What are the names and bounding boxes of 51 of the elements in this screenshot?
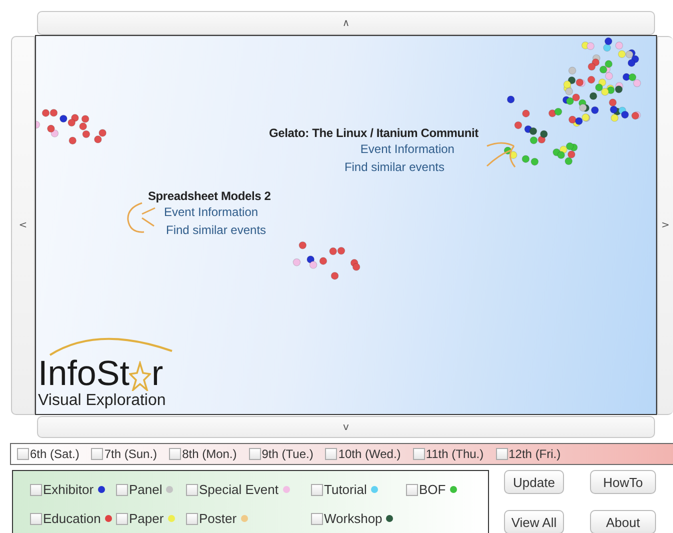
day-label: 7th (Sun.) bbox=[104, 447, 158, 461]
checkbox[interactable] bbox=[248, 448, 261, 460]
category-label: Education bbox=[43, 511, 101, 526]
category-label: Poster bbox=[199, 511, 237, 526]
day-label: 10th (Wed.) bbox=[338, 447, 401, 461]
day-label: 9th (Tue.) bbox=[262, 447, 314, 461]
checkbox[interactable] bbox=[30, 484, 42, 496]
checkbox[interactable] bbox=[17, 448, 29, 460]
event-link[interactable]: Find similar events bbox=[166, 221, 271, 239]
event-title: Gelato: The Linux / Itanium Communit bbox=[269, 126, 478, 140]
scroll-right-button[interactable]: > bbox=[657, 36, 673, 415]
logo-subtitle: Visual Exploration bbox=[38, 392, 167, 410]
checkbox[interactable] bbox=[311, 484, 323, 496]
event-link[interactable]: Find similar events bbox=[344, 158, 444, 176]
checkbox[interactable] bbox=[116, 512, 128, 524]
category-label: Exhibitor bbox=[43, 482, 94, 497]
checkbox[interactable] bbox=[169, 448, 182, 460]
category-label: Panel bbox=[129, 482, 162, 497]
checkbox[interactable] bbox=[325, 448, 338, 460]
day-label: 8th (Mon.) bbox=[182, 447, 237, 461]
category-label: BOF bbox=[419, 482, 446, 497]
checkbox[interactable] bbox=[91, 448, 104, 460]
checkbox[interactable] bbox=[186, 484, 198, 496]
day-label: 6th (Sat.) bbox=[30, 447, 80, 461]
leader-line bbox=[126, 202, 156, 234]
checkbox[interactable] bbox=[406, 484, 418, 496]
category-label: Tutorial bbox=[324, 482, 367, 497]
category-label: Special Event bbox=[199, 482, 278, 497]
day-label: 12th (Fri.) bbox=[508, 447, 561, 461]
event-link[interactable]: Event Information bbox=[164, 203, 271, 221]
checkbox[interactable] bbox=[496, 448, 508, 460]
day-label: 11th (Thu.) bbox=[426, 447, 484, 461]
checkbox[interactable] bbox=[116, 484, 128, 496]
scroll-left-button[interactable]: < bbox=[11, 36, 35, 415]
category-label: Paper bbox=[129, 511, 164, 526]
scroll-up-button[interactable]: ∧ bbox=[37, 11, 655, 35]
action-button[interactable]: View All bbox=[504, 510, 564, 533]
action-button[interactable]: About bbox=[590, 510, 656, 533]
category-label: Workshop bbox=[324, 511, 382, 526]
checkbox[interactable] bbox=[311, 512, 323, 524]
logo-text: InfoSt bbox=[38, 357, 130, 391]
scroll-down-button[interactable]: v bbox=[37, 416, 655, 438]
action-button[interactable]: Update bbox=[504, 470, 564, 494]
logo-text: r bbox=[151, 357, 164, 391]
star-icon bbox=[129, 361, 152, 391]
action-button[interactable]: HowTo bbox=[590, 470, 656, 494]
checkbox[interactable] bbox=[412, 448, 425, 460]
checkbox[interactable] bbox=[186, 512, 198, 524]
event-title: Spreadsheet Models 2 bbox=[148, 189, 271, 203]
event-link[interactable]: Event Information bbox=[360, 140, 454, 158]
checkbox[interactable] bbox=[30, 512, 42, 524]
